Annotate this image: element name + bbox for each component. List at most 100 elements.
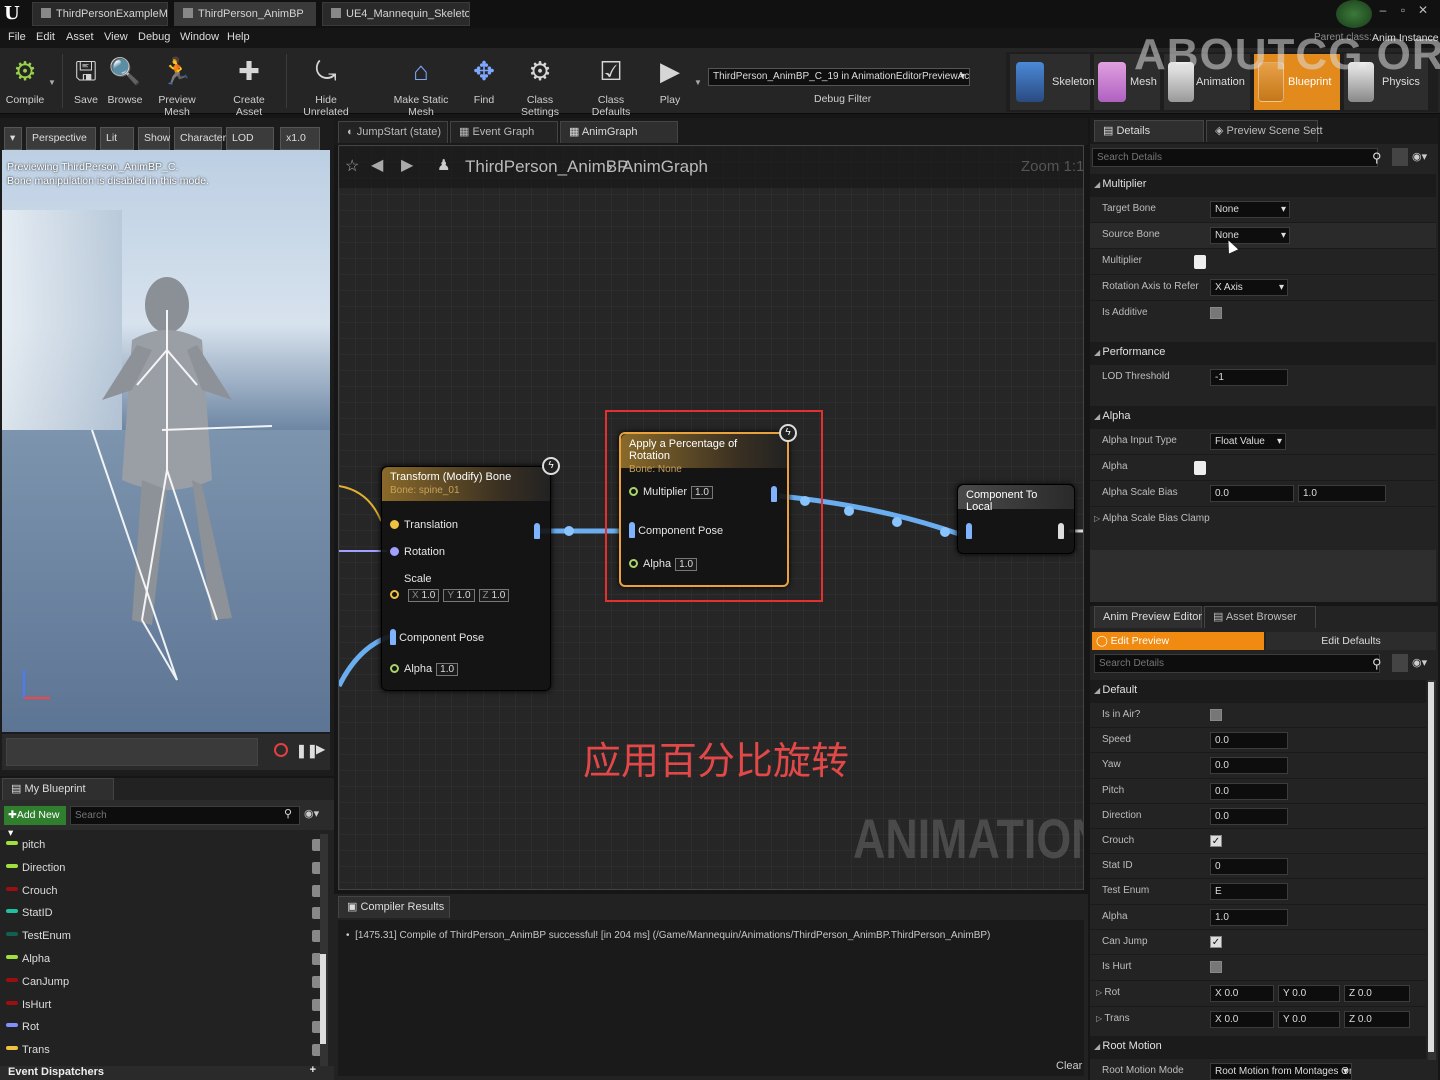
viewport-character-button[interactable]: Character	[174, 127, 226, 150]
variable-item[interactable]: Direction	[6, 857, 324, 879]
clear-button[interactable]: Clear	[1056, 1060, 1082, 1072]
alpha-value-field[interactable]: 1.0	[675, 558, 698, 571]
target-bone-dropdown[interactable]: None ▾	[1210, 201, 1290, 218]
property-matrix-icon[interactable]	[1392, 654, 1408, 672]
timeline-scrubber[interactable]	[6, 738, 258, 766]
preview-variable-spinbox[interactable]: 0.0	[1210, 807, 1288, 825]
anim-preview-search-input[interactable]	[1094, 654, 1380, 673]
tab-details[interactable]: ▤ Details	[1094, 120, 1204, 142]
tab-asset-browser[interactable]: ▤ Asset Browser	[1204, 606, 1316, 628]
tab-event-graph[interactable]: ▦ Event Graph	[450, 121, 558, 143]
variable-item[interactable]: Trans	[6, 1039, 324, 1061]
rot-y-field[interactable]: Y 0.0	[1278, 985, 1340, 1002]
tab-preview-scene-settings[interactable]: ◈ Preview Scene Sett	[1206, 120, 1323, 142]
category-alpha[interactable]: ◢ Alpha	[1090, 406, 1436, 428]
trans-x-field[interactable]: X 0.0	[1210, 1011, 1274, 1028]
edit-preview-toggle[interactable]: ◯ Edit Preview	[1092, 632, 1264, 650]
category-multiplier[interactable]: ◢ Multiplier	[1090, 174, 1436, 196]
scale-x-field[interactable]: X 1.0	[408, 589, 440, 602]
scale-z-field[interactable]: Z 1.0	[478, 589, 510, 602]
pin-component-pose-in[interactable]: Component Pose	[629, 522, 723, 538]
view-options-eye-icon[interactable]: ◉▾	[1412, 656, 1427, 669]
preview-variable-dropdown[interactable]: E	[1210, 883, 1288, 901]
variables-scrollbar[interactable]	[320, 834, 328, 1066]
record-icon[interactable]	[274, 743, 288, 757]
pin-scale[interactable]: X 1.0 Y 1.0 Z 1.0	[390, 589, 510, 602]
variable-item[interactable]: Rot	[6, 1016, 324, 1038]
preview-variable-checkbox[interactable]	[1210, 961, 1222, 973]
menu-help[interactable]: Help	[227, 31, 250, 43]
menu-window[interactable]: Window	[180, 31, 219, 43]
close-icon[interactable]: ✕	[1414, 2, 1432, 18]
variable-item[interactable]: TestEnum	[6, 925, 324, 947]
alpha-scale-bias-min[interactable]: 0.0	[1210, 485, 1294, 502]
viewport-speed-button[interactable]: x1.0	[280, 127, 320, 150]
class-settings-button[interactable]: ⚙ Class Settings	[508, 52, 572, 118]
multiplier-value-field[interactable]: 1.0	[691, 486, 713, 499]
debug-object-dropdown[interactable]: ThirdPerson_AnimBP_C_19 in AnimationEdit…	[708, 68, 970, 86]
edit-defaults-toggle[interactable]: Edit Defaults	[1266, 632, 1436, 650]
preview-variable-spinbox[interactable]: 1.0	[1210, 908, 1288, 926]
event-dispatchers-header[interactable]: Event Dispatchers +	[0, 1064, 334, 1080]
variable-item[interactable]: Crouch	[6, 880, 324, 902]
step-forward-icon[interactable]: ▶	[316, 742, 325, 756]
scale-y-field[interactable]: Y 1.0	[443, 589, 475, 602]
preview-viewport[interactable]: Previewing ThirdPerson_AnimBP_C. Bone ma…	[2, 150, 330, 732]
alpha-input-type-dropdown[interactable]: Float Value ▾	[1210, 433, 1286, 450]
details-search-input[interactable]	[1092, 148, 1378, 167]
browse-button[interactable]: 🔍 Browse	[106, 52, 144, 110]
make-static-mesh-button[interactable]: ⌂ Make Static Mesh	[382, 52, 460, 118]
pin-rotation[interactable]: Rotation	[390, 546, 445, 558]
property-matrix-icon[interactable]	[1392, 148, 1408, 166]
trans-z-field[interactable]: Z 0.0	[1344, 1011, 1410, 1028]
view-options-eye-icon[interactable]: ◉▾	[304, 807, 319, 820]
node-transform-modify-bone[interactable]: Transform (Modify) Bone Bone: spine_01 ϟ…	[381, 457, 560, 691]
pose-input-pin[interactable]	[966, 523, 972, 539]
save-button[interactable]: 🖫 Save	[68, 52, 104, 110]
tab-jumpstart-state[interactable]: ◐ JumpStart (state)	[338, 121, 448, 143]
tab-compiler-results[interactable]: ▣ Compiler Results	[338, 896, 450, 918]
anim-preview-scrollbar[interactable]	[1428, 680, 1436, 1060]
tab-animgraph[interactable]: ▦ AnimGraph	[560, 121, 678, 143]
prop-alpha-scale-bias-clamp[interactable]: ▷ Alpha Scale Bias Clamp	[1090, 506, 1436, 532]
mode-skeleton[interactable]: Skeleton	[1010, 54, 1095, 110]
pin-alpha[interactable]: Alpha 1.0	[390, 663, 459, 676]
view-options-eye-icon[interactable]: ◉▾	[1412, 150, 1427, 163]
add-new-button[interactable]: ✚Add New ▾	[4, 806, 66, 839]
viewport-options-button[interactable]: ▾	[4, 127, 22, 150]
variable-item[interactable]: pitch	[6, 834, 324, 856]
rot-z-field[interactable]: Z 0.0	[1344, 985, 1410, 1002]
menu-asset[interactable]: Asset	[66, 31, 94, 43]
source-bone-dropdown[interactable]: None ▾	[1210, 227, 1290, 244]
create-asset-button[interactable]: ✚ Create Asset	[220, 52, 278, 118]
variable-item[interactable]: IsHurt	[6, 994, 324, 1016]
tab-animbp[interactable]: ThirdPerson_AnimBP	[174, 2, 316, 26]
preview-variable-spinbox[interactable]: 0.0	[1210, 732, 1288, 750]
pin-multiplier[interactable]: Multiplier 1.0	[629, 486, 713, 499]
preview-variable-checkbox[interactable]	[1210, 709, 1222, 721]
viewport-lod-button[interactable]: LOD Auto	[226, 127, 274, 165]
add-dispatcher-plus-icon[interactable]: +	[310, 1064, 316, 1076]
pin-component-pose-in[interactable]: Component Pose	[390, 629, 484, 645]
preview-mesh-button[interactable]: 🏃 Preview Mesh	[146, 52, 208, 118]
tab-map[interactable]: ThirdPersonExampleMap	[32, 2, 168, 26]
compile-button[interactable]: ⚙ Compile	[4, 52, 46, 110]
pose-output-pin[interactable]	[534, 523, 540, 539]
alpha-value-field[interactable]: 1.0	[436, 663, 459, 676]
pin-visibility-icon[interactable]	[1194, 255, 1206, 269]
variable-item[interactable]: StatID	[6, 902, 324, 924]
preview-variable-spinbox[interactable]: 0.0	[1210, 782, 1288, 800]
pin-visibility-icon[interactable]	[1194, 461, 1206, 475]
pin-translation[interactable]: Translation	[390, 519, 458, 531]
preview-variable-spinbox[interactable]: 0.0	[1210, 757, 1288, 775]
rotation-axis-dropdown[interactable]: X Axis ▾	[1210, 279, 1288, 296]
root-motion-mode-dropdown[interactable]: Root Motion from Montages Only ▾	[1210, 1063, 1352, 1080]
lod-threshold-spinbox[interactable]: -1	[1210, 369, 1288, 386]
node-apply-percentage-rotation[interactable]: Apply a Percentage of Rotation Bone: Non…	[619, 424, 797, 587]
is-additive-checkbox[interactable]	[1210, 307, 1222, 319]
category-default[interactable]: ◢ Default	[1090, 680, 1426, 702]
menu-view[interactable]: View	[104, 31, 128, 43]
preview-variable-checkbox[interactable]: ✓	[1210, 835, 1222, 847]
tab-my-blueprint[interactable]: ▤ My Blueprint	[2, 778, 114, 800]
class-defaults-button[interactable]: ☑ Class Defaults	[578, 52, 644, 118]
